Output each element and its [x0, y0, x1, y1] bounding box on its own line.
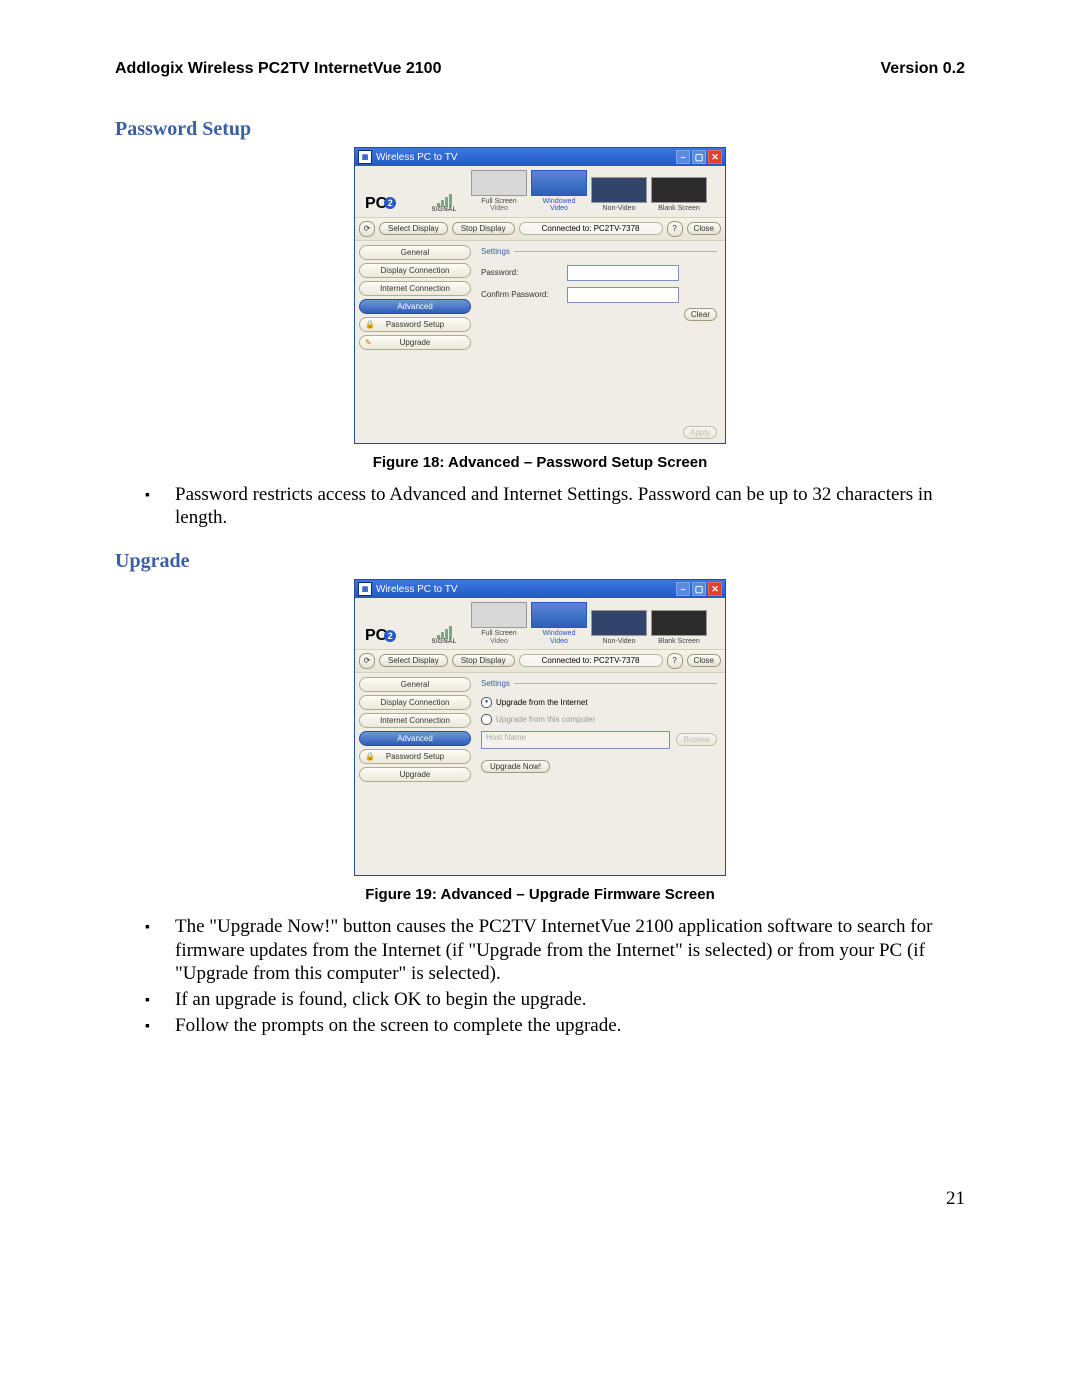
nav-upgrade[interactable]: ✎ Upgrade: [359, 335, 471, 350]
toolbar: ⟳ Select Display Stop Display Connected …: [355, 217, 725, 241]
radio-upgrade-internet[interactable]: ●: [481, 697, 492, 708]
document-header: Addlogix Wireless PC2TV InternetVue 2100…: [115, 60, 965, 78]
mode-blankscreen[interactable]: Blank Screen: [651, 610, 707, 645]
nav-display-connection[interactable]: Display Connection: [359, 695, 471, 710]
mode-nonvideo[interactable]: Non-Video: [591, 177, 647, 212]
lock-icon: 🔒: [365, 752, 375, 761]
stop-display-button[interactable]: Stop Display: [452, 654, 515, 667]
pc-logo: PC2: [359, 623, 421, 645]
legend: Settings: [481, 247, 510, 256]
side-nav: General Display Connection Internet Conn…: [355, 673, 475, 875]
browse-button[interactable]: Browse: [676, 733, 717, 746]
mode-strip: PC2 SIGNAL Full ScreenVideo WindowedVide…: [355, 598, 725, 649]
mode-windowed[interactable]: WindowedVideo: [531, 170, 587, 213]
password-bullets: Password restricts access to Advanced an…: [115, 483, 965, 531]
legend: Settings: [481, 679, 510, 688]
screenshot-password-setup: ▦ Wireless PC to TV – ▢ ✕ PC2 SIGNAL Ful…: [354, 147, 726, 444]
password-label: Password:: [481, 268, 567, 277]
list-item: Password restricts access to Advanced an…: [175, 483, 965, 531]
figure19-caption: Figure 19: Advanced – Upgrade Firmware S…: [115, 886, 965, 903]
page-number: 21: [115, 1188, 965, 1210]
titlebar: ▦ Wireless PC to TV – ▢ ✕: [355, 580, 725, 598]
maximize-icon[interactable]: ▢: [692, 150, 706, 164]
minimize-icon[interactable]: –: [676, 150, 690, 164]
titlebar: ▦ Wireless PC to TV – ▢ ✕: [355, 148, 725, 166]
nav-general[interactable]: General: [359, 677, 471, 692]
logo-badge: 2: [384, 197, 396, 209]
close-button[interactable]: Close: [687, 654, 721, 667]
refresh-icon[interactable]: ⟳: [359, 653, 375, 669]
password-settings-panel: Settings Password: Confirm Password: Cle…: [475, 241, 725, 443]
mode-fullscreen[interactable]: Full ScreenVideo: [471, 602, 527, 645]
upgrade-now-button[interactable]: Upgrade Now!: [481, 760, 550, 773]
logo-badge: 2: [384, 630, 396, 642]
nav-advanced[interactable]: Advanced: [359, 299, 471, 314]
nav-password-setup[interactable]: 🔒 Password Setup: [359, 749, 471, 764]
header-right: Version 0.2: [881, 60, 966, 78]
mode-nonvideo[interactable]: Non-Video: [591, 610, 647, 645]
opt-internet-label: Upgrade from the Internet: [496, 698, 588, 707]
connection-status: Connected to: PC2TV-7378: [519, 222, 663, 235]
lock-icon: 🔒: [365, 320, 375, 329]
confirm-password-label: Confirm Password:: [481, 290, 567, 299]
connection-status: Connected to: PC2TV-7378: [519, 654, 663, 667]
nav-internet-connection[interactable]: Internet Connection: [359, 713, 471, 728]
upgrade-bullets: The "Upgrade Now!" button causes the PC2…: [115, 915, 965, 1038]
refresh-icon[interactable]: ⟳: [359, 221, 375, 237]
signal-indicator: SIGNAL: [425, 193, 463, 213]
nav-advanced[interactable]: Advanced: [359, 731, 471, 746]
hostname-input[interactable]: Host Name: [481, 731, 670, 749]
section-upgrade-title: Upgrade: [115, 550, 965, 573]
close-button[interactable]: Close: [687, 222, 721, 235]
app-icon: ▦: [358, 582, 372, 596]
mode-windowed[interactable]: WindowedVideo: [531, 602, 587, 645]
close-icon[interactable]: ✕: [708, 582, 722, 596]
list-item: If an upgrade is found, click OK to begi…: [175, 988, 965, 1012]
list-item: The "Upgrade Now!" button causes the PC2…: [175, 915, 965, 986]
nav-general[interactable]: General: [359, 245, 471, 260]
signal-bars-icon: [425, 625, 463, 639]
nav-upgrade[interactable]: Upgrade: [359, 767, 471, 782]
toolbar: ⟳ Select Display Stop Display Connected …: [355, 649, 725, 673]
window-title: Wireless PC to TV: [376, 584, 458, 595]
minimize-icon[interactable]: –: [676, 582, 690, 596]
close-icon[interactable]: ✕: [708, 150, 722, 164]
stop-display-button[interactable]: Stop Display: [452, 222, 515, 235]
nav-display-connection[interactable]: Display Connection: [359, 263, 471, 278]
nav-password-setup[interactable]: 🔒 Password Setup: [359, 317, 471, 332]
help-icon[interactable]: ?: [667, 221, 683, 237]
signal-indicator: SIGNAL: [425, 625, 463, 645]
password-input[interactable]: [567, 265, 679, 281]
nav-internet-connection[interactable]: Internet Connection: [359, 281, 471, 296]
help-icon[interactable]: ?: [667, 653, 683, 669]
radio-upgrade-computer[interactable]: ●: [481, 714, 492, 725]
app-icon: ▦: [358, 150, 372, 164]
select-display-button[interactable]: Select Display: [379, 654, 448, 667]
section-password-title: Password Setup: [115, 118, 965, 141]
mode-blankscreen[interactable]: Blank Screen: [651, 177, 707, 212]
clear-button[interactable]: Clear: [684, 308, 717, 321]
maximize-icon[interactable]: ▢: [692, 582, 706, 596]
signal-bars-icon: [425, 193, 463, 207]
mode-fullscreen[interactable]: Full ScreenVideo: [471, 170, 527, 213]
opt-computer-label: Upgrade from this computer: [496, 715, 595, 724]
pc-logo: PC2: [359, 191, 421, 213]
upgrade-settings-panel: Settings ● Upgrade from the Internet ● U…: [475, 673, 725, 875]
header-left: Addlogix Wireless PC2TV InternetVue 2100: [115, 60, 441, 78]
figure18-caption: Figure 18: Advanced – Password Setup Scr…: [115, 454, 965, 471]
side-nav: General Display Connection Internet Conn…: [355, 241, 475, 443]
screenshot-upgrade: ▦ Wireless PC to TV – ▢ ✕ PC2 SIGNAL Ful…: [354, 579, 726, 876]
apply-button[interactable]: Apply: [683, 426, 717, 439]
list-item: Follow the prompts on the screen to comp…: [175, 1014, 965, 1038]
select-display-button[interactable]: Select Display: [379, 222, 448, 235]
mode-strip: PC2 SIGNAL Full ScreenVideo WindowedVide…: [355, 166, 725, 217]
window-title: Wireless PC to TV: [376, 152, 458, 163]
upgrade-icon: ✎: [365, 338, 372, 347]
confirm-password-input[interactable]: [567, 287, 679, 303]
